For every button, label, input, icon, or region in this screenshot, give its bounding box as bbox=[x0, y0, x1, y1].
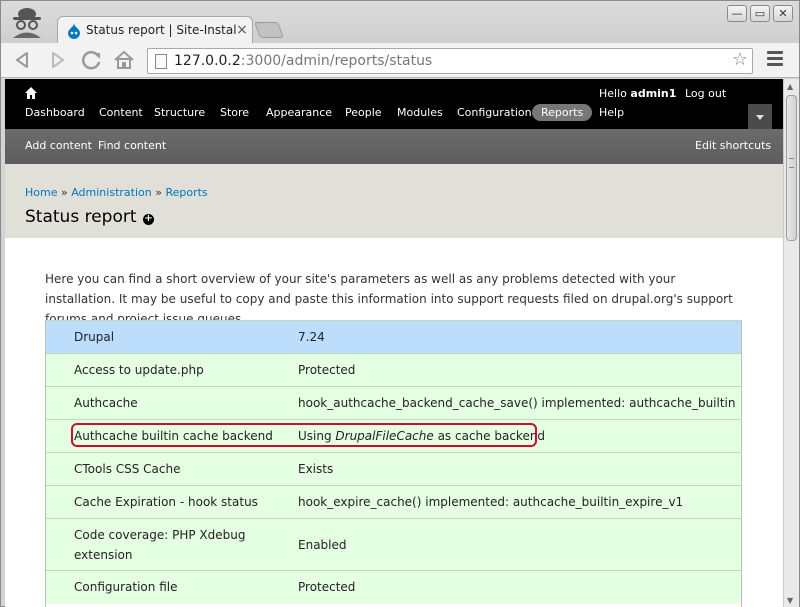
status-title: Configuration file bbox=[45, 570, 298, 604]
nav-configuration[interactable]: Configuration bbox=[457, 106, 532, 119]
status-report-table: Drupal 7.24 Access to update.php Protect… bbox=[45, 320, 742, 604]
status-row-cache-expiration: Cache Expiration - hook status hook_expi… bbox=[45, 485, 742, 519]
browser-window: Status report | Site-Instal × — ▭ ✕ 127.… bbox=[0, 0, 800, 607]
nav-help[interactable]: Help bbox=[599, 106, 624, 119]
status-row-authcache: Authcache hook_authcache_backend_cache_s… bbox=[45, 386, 742, 420]
status-value: Using DrupalFileCache as cache backend bbox=[298, 419, 742, 453]
drupal-favicon-icon bbox=[68, 23, 80, 39]
page-header: Home » Administration » Reports Status r… bbox=[5, 164, 783, 238]
drupal-admin-toolbar: Dashboard Content Structure Store Appear… bbox=[5, 79, 783, 129]
status-value: Protected bbox=[298, 353, 742, 387]
tab-close-icon[interactable]: × bbox=[235, 22, 249, 38]
value-prefix: Using bbox=[298, 429, 336, 443]
vertical-scrollbar[interactable]: ▲ ▼ bbox=[783, 79, 799, 607]
status-value: Exists bbox=[298, 452, 742, 486]
status-row-access-update: Access to update.php Protected bbox=[45, 353, 742, 387]
status-title: Cache Expiration - hook status bbox=[45, 485, 298, 519]
status-value: hook_authcache_backend_cache_save() impl… bbox=[298, 386, 742, 420]
status-value: Enabled bbox=[298, 518, 742, 571]
new-tab-button[interactable] bbox=[254, 22, 284, 38]
nav-reports[interactable]: Reports bbox=[532, 104, 593, 121]
status-title: CTools CSS Cache bbox=[45, 452, 298, 486]
nav-dashboard[interactable]: Dashboard bbox=[25, 106, 85, 119]
tab-status-report[interactable]: Status report | Site-Instal × bbox=[57, 16, 253, 44]
status-row-authcache-builtin-backend: Authcache builtin cache backend Using Dr… bbox=[45, 419, 742, 453]
page-viewport: Dashboard Content Structure Store Appear… bbox=[5, 79, 783, 607]
nav-content[interactable]: Content bbox=[99, 106, 143, 119]
status-title: Drupal bbox=[45, 320, 298, 354]
shortcuts-bar: Add content Find content Edit shortcuts bbox=[5, 129, 783, 164]
status-value: 7.24 bbox=[298, 320, 742, 354]
page-icon bbox=[155, 54, 167, 69]
browser-toolbar: 127.0.0.2:3000/admin/reports/status ☆ bbox=[1, 43, 799, 78]
add-shortcut-icon[interactable]: + bbox=[143, 214, 154, 225]
tab-title: Status report | Site-Instal bbox=[86, 23, 236, 37]
status-row-drupal: Drupal 7.24 bbox=[45, 320, 742, 354]
value-suffix: as cache backend bbox=[433, 429, 546, 443]
back-arrow-icon[interactable] bbox=[9, 48, 35, 72]
status-value: hook_expire_cache() implemented: authcac… bbox=[298, 485, 742, 519]
value-emphasis: DrupalFileCache bbox=[335, 429, 434, 443]
hello-label: Hello bbox=[599, 87, 627, 100]
scroll-down-icon[interactable]: ▼ bbox=[787, 596, 793, 605]
username-link[interactable]: admin1 bbox=[630, 87, 676, 100]
address-bar[interactable]: 127.0.0.2:3000/admin/reports/status ☆ bbox=[147, 48, 753, 74]
shortcuts-toggle-button[interactable] bbox=[748, 104, 772, 129]
url-host: 127.0.0.2 bbox=[174, 53, 241, 69]
status-row-configuration-file: Configuration file Protected bbox=[45, 570, 742, 604]
incognito-icon bbox=[13, 8, 41, 38]
scrollbar-thumb[interactable] bbox=[786, 95, 797, 241]
reload-icon[interactable] bbox=[79, 48, 105, 72]
maximize-button[interactable]: ▭ bbox=[750, 5, 770, 22]
url-path: :3000/admin/reports/status bbox=[240, 53, 433, 69]
forward-arrow-icon[interactable] bbox=[45, 48, 71, 72]
breadcrumb-separator: » bbox=[60, 186, 68, 199]
breadcrumb-reports[interactable]: Reports bbox=[165, 186, 207, 199]
status-title: Authcache builtin cache backend bbox=[45, 419, 298, 453]
status-row-ctools-css-cache: CTools CSS Cache Exists bbox=[45, 452, 742, 486]
url-text: 127.0.0.2:3000/admin/reports/status bbox=[174, 53, 432, 69]
home-icon[interactable] bbox=[111, 48, 137, 72]
shortcut-find-content[interactable]: Find content bbox=[98, 139, 166, 152]
status-value: Protected bbox=[298, 570, 742, 604]
scroll-up-icon[interactable]: ▲ bbox=[787, 82, 793, 91]
close-window-button[interactable]: ✕ bbox=[773, 5, 793, 22]
browser-menu-icon[interactable] bbox=[767, 51, 783, 69]
breadcrumb-separator: » bbox=[155, 186, 162, 199]
nav-people[interactable]: People bbox=[345, 106, 382, 119]
status-title: Access to update.php bbox=[45, 353, 298, 387]
status-title: Code coverage: PHP Xdebug extension bbox=[45, 518, 298, 571]
minimize-button[interactable]: — bbox=[727, 5, 747, 22]
toolbar-home-icon[interactable] bbox=[25, 87, 37, 99]
nav-appearance[interactable]: Appearance bbox=[266, 106, 332, 119]
breadcrumb-administration[interactable]: Administration bbox=[71, 186, 152, 199]
breadcrumb-home[interactable]: Home bbox=[25, 186, 57, 199]
nav-modules[interactable]: Modules bbox=[397, 106, 443, 119]
logout-link[interactable]: Log out bbox=[685, 87, 726, 100]
shortcut-add-content[interactable]: Add content bbox=[25, 139, 92, 152]
tab-strip: Status report | Site-Instal × — ▭ ✕ bbox=[1, 1, 799, 44]
user-greeting: Hello admin1 bbox=[599, 87, 676, 100]
edit-shortcuts-link[interactable]: Edit shortcuts bbox=[695, 139, 771, 152]
breadcrumb: Home » Administration » Reports bbox=[25, 186, 208, 199]
nav-store[interactable]: Store bbox=[220, 106, 249, 119]
bookmark-star-icon[interactable]: ☆ bbox=[732, 49, 748, 70]
status-row-code-coverage: Code coverage: PHP Xdebug extension Enab… bbox=[45, 518, 742, 571]
status-title: Authcache bbox=[45, 386, 298, 420]
nav-structure[interactable]: Structure bbox=[154, 106, 205, 119]
page-title: Status report bbox=[25, 207, 137, 227]
